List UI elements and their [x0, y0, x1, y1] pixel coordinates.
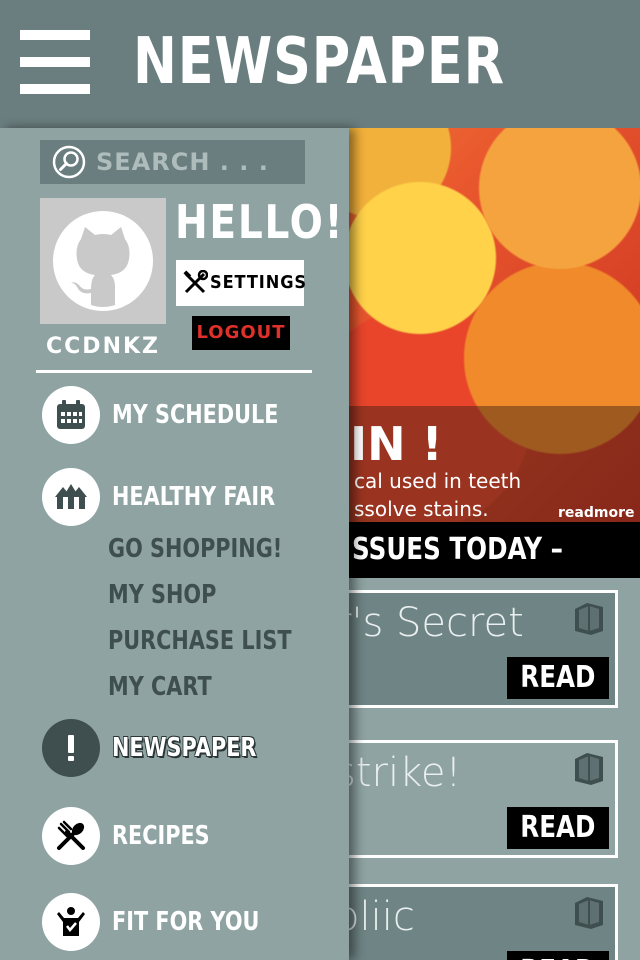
issues-heading: SSUES TODAY –	[352, 532, 563, 567]
nav-item-my-schedule[interactable]: MY SCHEDULE	[42, 386, 332, 444]
issue-title: strike!	[335, 750, 462, 796]
settings-button[interactable]: SETTINGS	[176, 260, 307, 306]
read-button[interactable]: READ	[507, 951, 609, 960]
nav-item-newspaper[interactable]: NEWSPAPER	[42, 719, 332, 777]
side-drawer: CCDNKZ HELLO! SETTINGS LOGOUT MY SCHEDUL	[0, 128, 349, 960]
subnav-item-go-shopping[interactable]: GO SHOPPING!	[108, 531, 282, 567]
issue-card[interactable]: strike! READ	[332, 740, 618, 858]
username: CCDNKZ	[46, 334, 160, 359]
subnav-item-my-shop[interactable]: MY SHOP	[108, 577, 216, 613]
subnav-item-my-cart[interactable]: MY CART	[108, 669, 212, 705]
search-icon	[52, 145, 86, 179]
subnav-item-purchase-list[interactable]: PURCHASE LIST	[108, 623, 292, 659]
issue-card[interactable]: oliic READ	[332, 884, 618, 960]
drawer-divider	[36, 370, 312, 373]
person-icon	[57, 907, 85, 936]
settings-label: SETTINGS	[210, 272, 307, 293]
logout-button[interactable]: LOGOUT	[192, 316, 290, 350]
exclamation-icon	[68, 735, 74, 761]
read-button[interactable]: READ	[507, 807, 609, 849]
hero-text-line-1: cal used in teeth	[354, 469, 522, 493]
nav-label: FIT FOR YOU	[112, 907, 260, 937]
read-button[interactable]: READ	[507, 657, 609, 699]
search-input[interactable]	[96, 140, 296, 184]
book-icon	[575, 897, 603, 929]
issue-title: r's Secret	[335, 600, 524, 646]
calendar-icon	[57, 400, 85, 429]
nav-label: HEALTHY FAIR	[112, 482, 276, 512]
top-bar: NEWSPAPER	[0, 0, 640, 128]
nav-label: NEWSPAPER	[112, 733, 257, 763]
book-icon	[575, 753, 603, 785]
avatar[interactable]	[40, 198, 166, 324]
book-icon	[575, 603, 603, 635]
nav-item-healthy-fair[interactable]: HEALTHY FAIR	[42, 468, 332, 526]
app-title: NEWSPAPER	[133, 25, 505, 99]
utensils-icon	[57, 820, 85, 850]
nav-item-recipes[interactable]: RECIPES	[42, 807, 332, 865]
github-icon	[53, 211, 153, 311]
tools-icon	[183, 270, 208, 294]
nav-icon-circle	[42, 807, 100, 865]
hero-text-line-2: ssolve stains.	[354, 497, 489, 521]
nav-label: RECIPES	[112, 821, 210, 851]
nav-icon-circle	[42, 719, 100, 777]
hero-headline: IN !	[350, 417, 443, 471]
tent-icon	[55, 484, 87, 509]
nav-icon-circle	[42, 893, 100, 951]
nav-item-fit-for-you[interactable]: FIT FOR YOU	[42, 893, 332, 951]
hamburger-icon[interactable]	[20, 30, 90, 94]
readmore-link[interactable]: readmore ››	[558, 504, 640, 522]
issue-card[interactable]: r's Secret READ	[332, 590, 618, 708]
nav-icon-circle	[42, 386, 100, 444]
nav-label: MY SCHEDULE	[112, 400, 279, 430]
greeting: HELLO!	[175, 195, 345, 249]
search-box[interactable]	[40, 140, 305, 184]
nav-icon-circle	[42, 468, 100, 526]
